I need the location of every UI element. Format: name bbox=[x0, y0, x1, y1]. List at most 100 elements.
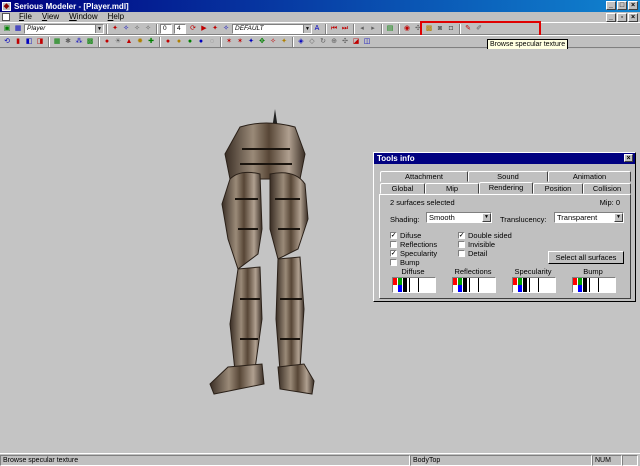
grid-icon[interactable]: ▦ bbox=[52, 37, 62, 47]
next-frame-icon[interactable]: ▸ bbox=[368, 24, 378, 34]
uv-map-icon[interactable]: ◨ bbox=[35, 37, 45, 47]
zoom-icon[interactable]: ⊕ bbox=[329, 37, 339, 47]
measure-icon[interactable]: ◪ bbox=[351, 37, 361, 47]
shadow-icon[interactable]: ◉ bbox=[402, 24, 412, 34]
reflections-checkbox[interactable]: Reflections bbox=[390, 240, 437, 249]
texture-view-icon[interactable]: ● bbox=[185, 37, 195, 47]
rotate-icon[interactable]: ⟲ bbox=[2, 37, 12, 47]
tab-animation[interactable]: Animation bbox=[548, 171, 631, 182]
diffuse-color-swatch[interactable] bbox=[392, 277, 436, 293]
light-color-icon[interactable]: ✧ bbox=[121, 24, 131, 34]
lamp-icon[interactable]: ☀ bbox=[113, 37, 123, 47]
floor-icon[interactable]: ▲ bbox=[124, 37, 134, 47]
chevron-down-icon: ▼ bbox=[303, 24, 311, 33]
vertices-icon[interactable]: ⁂ bbox=[74, 37, 84, 47]
texture-icon[interactable]: ✧ bbox=[221, 24, 231, 34]
menu-help[interactable]: Help bbox=[103, 12, 129, 22]
view-front-icon[interactable]: ◈ bbox=[296, 37, 306, 47]
move-icon[interactable]: ✥ bbox=[257, 37, 267, 47]
toolbar-separator bbox=[292, 36, 294, 47]
frame-icon[interactable]: ▮ bbox=[13, 37, 23, 47]
pan-icon[interactable]: ✣ bbox=[340, 37, 350, 47]
select-all-surfaces-button[interactable]: Select all surfaces bbox=[548, 251, 624, 264]
map-icon[interactable]: ▤ bbox=[385, 24, 395, 34]
specularity-checkbox[interactable]: ✓ Specularity bbox=[390, 249, 437, 258]
light-icon[interactable]: ✦ bbox=[110, 24, 120, 34]
status-message: Browse specular texture bbox=[0, 454, 410, 466]
model-icon[interactable]: ▦ bbox=[13, 24, 23, 34]
skin-icon[interactable]: ✦ bbox=[210, 24, 220, 34]
tab-position[interactable]: Position bbox=[533, 183, 583, 194]
surfaces-selected-text: 2 surfaces selected bbox=[390, 198, 455, 207]
refresh-icon[interactable]: ↻ bbox=[318, 37, 328, 47]
wireframe-icon[interactable]: ✱ bbox=[63, 37, 73, 47]
mdi-restore-button[interactable]: ▫ bbox=[617, 13, 627, 22]
bulb-icon[interactable]: ✹ bbox=[135, 37, 145, 47]
menu-window[interactable]: Window bbox=[64, 12, 102, 22]
shading-select[interactable]: Smooth ▼ bbox=[426, 212, 492, 223]
patch-icon[interactable]: ✧ bbox=[268, 37, 278, 47]
diffuse-swatch-label: Diffuse bbox=[401, 267, 425, 276]
menu-file[interactable]: File bbox=[14, 12, 37, 22]
hidden-icon[interactable]: ▩ bbox=[85, 37, 95, 47]
tab-rendering[interactable]: Rendering bbox=[479, 182, 533, 194]
play-icon[interactable]: ▶ bbox=[199, 24, 209, 34]
fog-icon[interactable]: ◌ bbox=[207, 37, 217, 47]
prev-frame-icon[interactable]: ◂ bbox=[357, 24, 367, 34]
frame-end-field[interactable]: 4 bbox=[174, 23, 186, 34]
minimize-button[interactable]: _ bbox=[606, 1, 616, 10]
frame-start-field[interactable]: 0 bbox=[160, 23, 172, 34]
specularity-swatch-label: Specularity bbox=[514, 267, 552, 276]
toolbar-separator bbox=[159, 36, 161, 47]
light-ambient-icon[interactable]: ✧ bbox=[143, 24, 153, 34]
specularity-color-swatch[interactable] bbox=[512, 277, 556, 293]
app-icon[interactable]: ◆ bbox=[2, 1, 11, 11]
bump-swatch-label: Bump bbox=[583, 267, 603, 276]
tools-info-title-bar[interactable]: Tools info × bbox=[374, 153, 635, 164]
close-icon[interactable]: × bbox=[624, 154, 633, 162]
tab-mip[interactable]: Mip bbox=[425, 183, 479, 194]
tab-collision[interactable]: Collision bbox=[583, 183, 631, 194]
chevron-down-icon: ▼ bbox=[614, 213, 623, 222]
color-icon[interactable]: ● bbox=[163, 37, 173, 47]
document-icon[interactable] bbox=[2, 13, 10, 21]
menu-view[interactable]: View bbox=[37, 12, 64, 22]
model-combo[interactable]: Player ▼ bbox=[24, 23, 104, 34]
reflections-color-swatch[interactable] bbox=[452, 277, 496, 293]
toolbar-separator bbox=[156, 23, 158, 34]
invisible-checkbox[interactable]: Invisible bbox=[458, 240, 495, 249]
mesh-view-icon[interactable]: ● bbox=[196, 37, 206, 47]
mdi-minimize-button[interactable]: _ bbox=[606, 13, 616, 22]
tab-global[interactable]: Global bbox=[380, 183, 425, 194]
player-model[interactable] bbox=[200, 109, 330, 399]
palette-icon[interactable]: ● bbox=[174, 37, 184, 47]
ruler-icon[interactable]: ✦ bbox=[279, 37, 289, 47]
preview-icon[interactable]: ▣ bbox=[2, 24, 12, 34]
detail-checkbox[interactable]: Detail bbox=[458, 249, 487, 258]
bone-icon[interactable]: ✶ bbox=[224, 37, 234, 47]
skin-combo[interactable]: DEFAULT ▼ bbox=[232, 23, 312, 34]
last-frame-icon[interactable]: ⏭ bbox=[340, 24, 350, 34]
attachment-icon[interactable]: ✶ bbox=[235, 37, 245, 47]
tab-attachment[interactable]: Attachment bbox=[380, 171, 468, 182]
bump-color-swatch[interactable] bbox=[572, 277, 616, 293]
axis-toggle-icon[interactable]: ◫ bbox=[362, 37, 372, 47]
diffuse-checkbox[interactable]: ✓ Difuse bbox=[390, 231, 421, 240]
tab-sound[interactable]: Sound bbox=[468, 171, 548, 182]
chevron-down-icon: ▼ bbox=[482, 213, 491, 222]
axis-icon[interactable]: ✦ bbox=[246, 37, 256, 47]
mdi-close-button[interactable]: × bbox=[628, 13, 638, 22]
animation-icon[interactable]: ⟳ bbox=[188, 24, 198, 34]
maximize-button[interactable]: □ bbox=[617, 1, 627, 10]
translucency-select[interactable]: Transparent ▼ bbox=[554, 212, 624, 223]
light-source-icon[interactable]: ● bbox=[102, 37, 112, 47]
light-off-icon[interactable]: ✧ bbox=[132, 24, 142, 34]
bump-checkbox[interactable]: Bump bbox=[390, 258, 420, 267]
scene-icon[interactable]: ✚ bbox=[146, 37, 156, 47]
close-button[interactable]: × bbox=[628, 1, 638, 10]
first-frame-icon[interactable]: ⏮ bbox=[329, 24, 339, 34]
double-sided-checkbox[interactable]: ✓ Double sided bbox=[458, 231, 512, 240]
view-back-icon[interactable]: ◇ bbox=[307, 37, 317, 47]
add-texture-icon[interactable]: A bbox=[312, 24, 322, 34]
uv-icon[interactable]: ◧ bbox=[24, 37, 34, 47]
